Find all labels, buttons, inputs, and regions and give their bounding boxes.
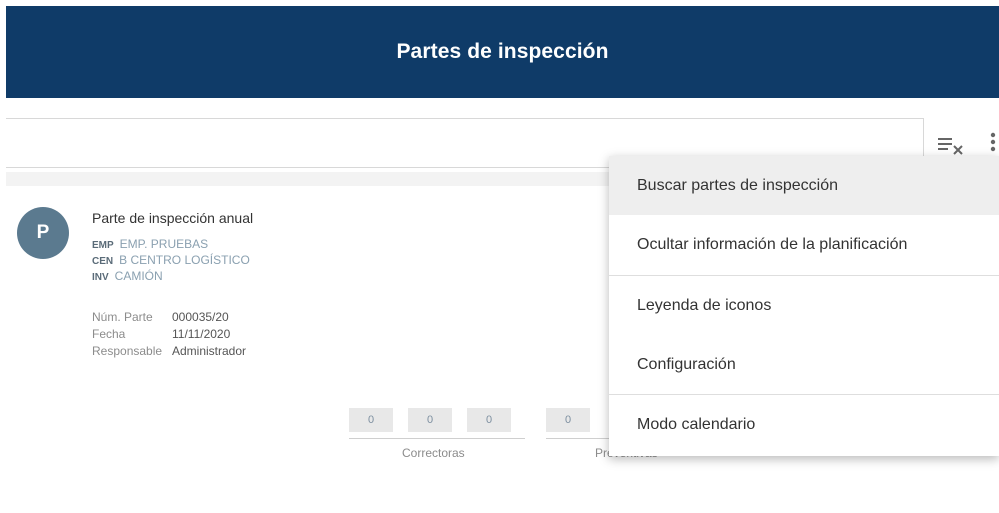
detail-responsible: Responsable Administrador [92,344,246,358]
tag-value: EMP. PRUEBAS [119,237,209,251]
detail-label: Responsable [92,344,163,358]
menu-item-hide-planning[interactable]: Ocultar información de la planificación [609,215,999,274]
filter-clear-button[interactable] [936,132,970,158]
tag-emp: EMP EMP. PRUEBAS [92,237,208,251]
preventivas-counter: 0 [546,408,590,432]
tag-cen: CEN B CENTRO LOGÍSTICO [92,253,250,267]
correctoras-counter: 0 [467,408,511,432]
correctoras-label: Correctoras [402,446,465,460]
menu-item-calendar-mode[interactable]: Modo calendario [609,395,999,454]
tag-code: INV [92,272,109,283]
filter-clear-icon [938,138,963,155]
options-menu: Buscar partes de inspección Ocultar info… [609,156,999,456]
tag-value: CAMIÓN [114,269,163,283]
card-title: Parte de inspección anual [92,210,254,226]
menu-item-search-parts[interactable]: Buscar partes de inspección [609,156,999,215]
menu-item-settings[interactable]: Configuración [609,335,999,394]
more-options-button[interactable] [985,130,999,158]
preventivas-underline [546,438,616,439]
menu-item-icon-legend[interactable]: Leyenda de iconos [609,276,999,335]
detail-part-number: Núm. Parte 000035/20 [92,310,229,324]
correctoras-counter: 0 [349,408,393,432]
detail-label: Núm. Parte [92,310,153,324]
detail-value: Administrador [172,344,247,358]
avatar: P [17,207,69,259]
more-vert-icon [990,132,996,152]
tag-code: EMP [92,240,114,251]
app-header: Partes de inspección [6,6,999,98]
tag-inv: INV CAMIÓN [92,269,163,283]
detail-value: 11/11/2020 [172,327,231,341]
tag-code: CEN [92,256,114,267]
detail-label: Fecha [92,327,126,341]
detail-date: Fecha 11/11/2020 [92,327,230,341]
tag-value: B CENTRO LOGÍSTICO [119,253,250,267]
correctoras-counter: 0 [408,408,452,432]
page-title: Partes de inspección [396,40,609,63]
correctoras-underline [349,438,525,439]
detail-value: 000035/20 [172,310,229,324]
